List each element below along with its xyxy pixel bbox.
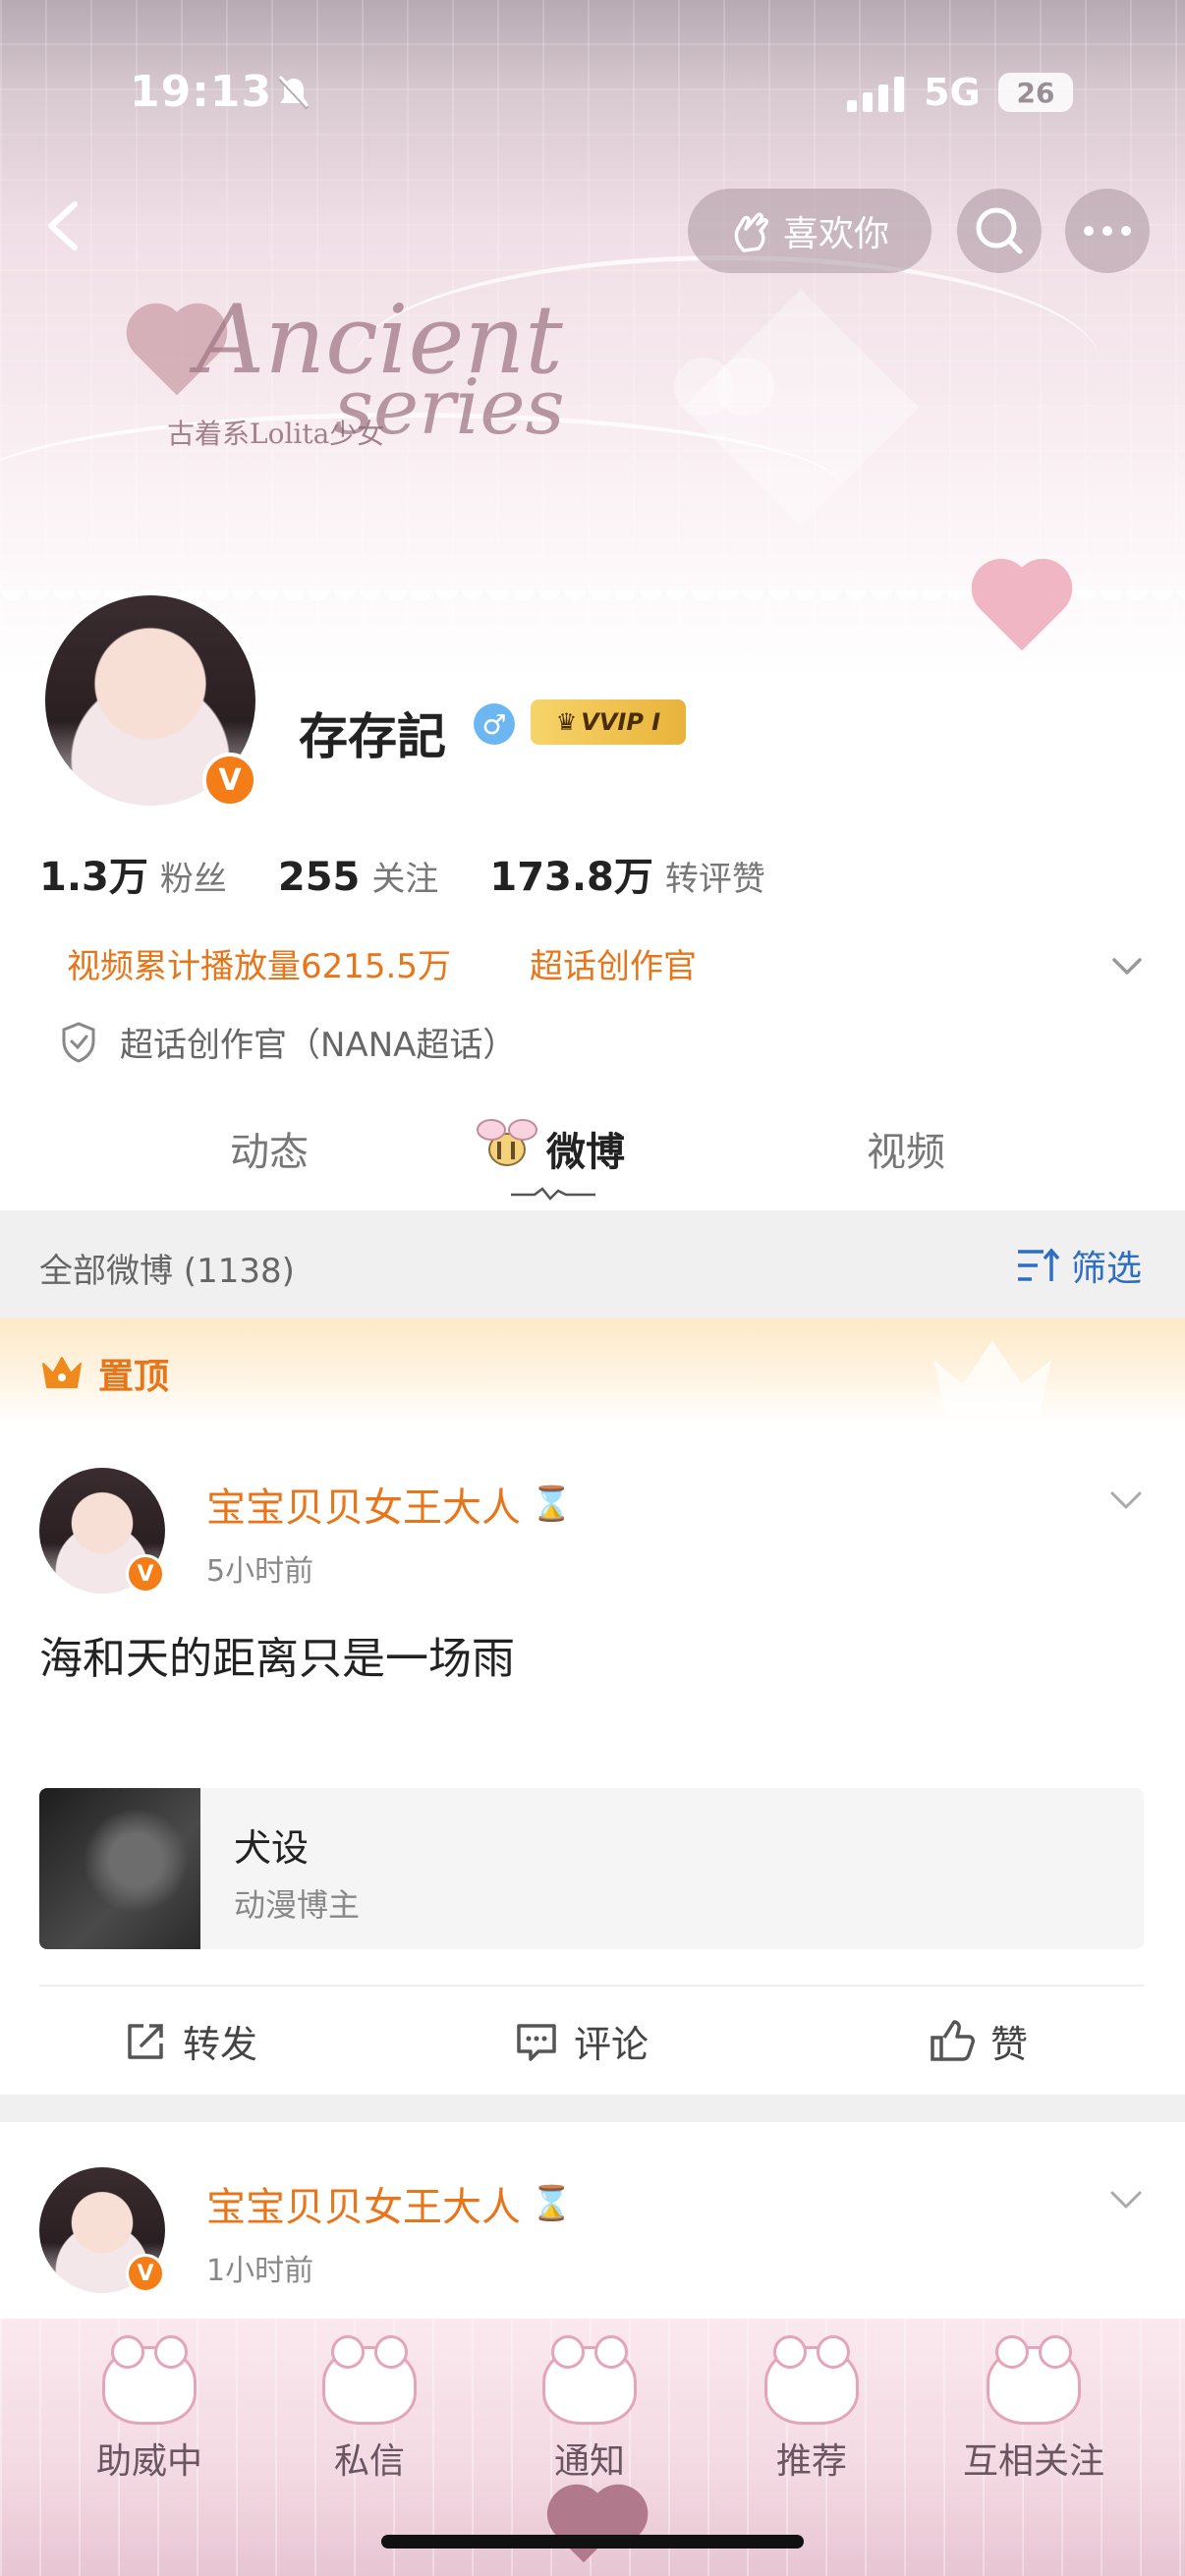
bear-pair-icon: [987, 2335, 1081, 2425]
profile-banner: Ancient series 古着系Lolita少女 19:13 5G 26 喜…: [0, 0, 1185, 678]
pinned-label: 置顶: [98, 1357, 170, 1397]
post-author[interactable]: 宝宝贝贝女王大人 ⌛: [206, 1476, 572, 1533]
tab-video[interactable]: 视频: [867, 1120, 945, 1177]
bear-icon: [102, 2335, 197, 2425]
engagement-count: 173.8万: [489, 855, 653, 900]
all-weibo-label: 全部微博 (1138): [39, 1252, 295, 1291]
verified-badge-icon: V: [126, 1554, 165, 1594]
filter-label: 筛选: [1071, 1249, 1143, 1289]
repost-label: 转发: [183, 2023, 258, 2066]
filter-button[interactable]: 筛选: [1016, 1240, 1142, 1291]
crown-mini-icon: ♛: [555, 708, 578, 736]
like-button[interactable]: 赞: [930, 2014, 1028, 2068]
linked-user-card[interactable]: 犬设 动漫博主: [39, 1788, 1144, 1949]
hourglass-icon: ⌛: [531, 2184, 573, 2223]
post-time: 5小时前: [206, 1554, 314, 1589]
post-menu-chevron-down-icon[interactable]: [1106, 2179, 1146, 2218]
comment-label: 评论: [574, 2023, 649, 2066]
bear-nurse-icon: [322, 2335, 417, 2425]
hourglass-icon: ⌛: [531, 1484, 573, 1524]
back-button[interactable]: [35, 196, 94, 255]
following-count: 255: [277, 855, 361, 900]
post-author-name: 宝宝贝贝女王大人: [206, 2185, 521, 2230]
following-stat[interactable]: 255 关注: [278, 852, 439, 900]
battery-indicator: 26: [998, 73, 1073, 112]
banner-caption: 古着系Lolita少女: [167, 418, 385, 450]
search-button[interactable]: [957, 189, 1042, 273]
nav-mutual-follow-label: 互相关注: [962, 2441, 1104, 2482]
comment-button[interactable]: 评论: [515, 2014, 649, 2068]
post-menu-chevron-down-icon[interactable]: [1106, 1480, 1146, 1519]
certification-line: 超话创作官（NANA超话）: [59, 1018, 516, 1066]
crown-watermark-icon: [933, 1340, 1051, 1414]
vip-badge[interactable]: ♛ VVIP I: [531, 700, 686, 745]
post-author-name: 宝宝贝贝女王大人: [206, 1485, 521, 1531]
nav-cheer[interactable]: 助威中: [51, 2335, 248, 2484]
home-indicator[interactable]: [381, 2535, 804, 2548]
shield-check-icon: [62, 1021, 95, 1063]
heart-decoration: [980, 567, 1064, 651]
network-label: 5G: [924, 71, 981, 114]
post-actions: 转发 评论 赞: [39, 1985, 1144, 2093]
post-divider: [0, 2095, 1185, 2122]
followers-count: 1.3万: [39, 855, 148, 900]
verified-badge-icon: V: [202, 753, 257, 808]
card-thumbnail: [39, 1788, 200, 1949]
card-subtitle: 动漫博主: [234, 1886, 361, 1924]
certification-text: 超话创作官（NANA超话）: [120, 1026, 517, 1065]
comment-icon: [517, 2023, 556, 2061]
following-label: 关注: [371, 860, 439, 899]
bear-bandage-icon: [542, 2335, 637, 2425]
nav-recommend[interactable]: 推荐: [713, 2335, 910, 2484]
nav-notifications-label: 通知: [553, 2441, 625, 2482]
more-button[interactable]: [1065, 189, 1150, 273]
like-you-label: 喜欢你: [782, 214, 889, 254]
signal-icon: [847, 77, 904, 112]
engagement-label: 转评赞: [664, 860, 765, 899]
like-you-button[interactable]: 喜欢你: [688, 189, 931, 273]
filter-sort-icon: [1018, 1248, 1060, 1281]
mute-bell-icon: [278, 75, 310, 110]
search-icon: [976, 207, 1023, 254]
card-title: 犬设: [234, 1826, 310, 1870]
like-label: 赞: [990, 2023, 1029, 2066]
profile-stats: 1.3万 粉丝 255 关注 173.8万 转评赞: [39, 845, 817, 902]
chevron-down-icon[interactable]: [1108, 947, 1146, 984]
followers-stat[interactable]: 1.3万 粉丝: [39, 845, 227, 902]
post-text: 海和天的距离只是一场雨: [39, 1634, 515, 1684]
hand-heart-icon: [734, 212, 768, 252]
engagement-stat[interactable]: 173.8万 转评赞: [489, 845, 765, 902]
verified-badge-icon: V: [126, 2254, 165, 2293]
nav-messages-label: 私信: [333, 2441, 405, 2482]
crown-icon: [42, 1357, 82, 1388]
profile-tags: 视频累计播放量6215.5万 超话创作官: [67, 939, 697, 987]
vip-label: VVIP I: [581, 708, 661, 736]
nav-messages[interactable]: 私信: [271, 2335, 468, 2484]
share-square-icon: [128, 2023, 163, 2059]
nav-recommend-label: 推荐: [775, 2441, 847, 2482]
nav-mutual-follow[interactable]: 互相关注: [935, 2335, 1132, 2484]
active-tab-indicator: [511, 1187, 595, 1201]
tab-weibo[interactable]: 微博: [546, 1120, 625, 1177]
more-dots-icon: [1084, 226, 1131, 236]
profile-username: 存存記: [299, 708, 446, 765]
views-tag[interactable]: 视频累计播放量6215.5万: [67, 939, 451, 987]
post-time: 1小时前: [206, 2254, 314, 2288]
post-author[interactable]: 宝宝贝贝女王大人 ⌛: [206, 2175, 572, 2232]
repost-button[interactable]: 转发: [124, 2014, 257, 2068]
followers-label: 粉丝: [159, 860, 227, 899]
male-icon: ♂: [474, 703, 515, 745]
thumbs-up-icon: [931, 2019, 975, 2061]
feed-header: 全部微博 (1138) 筛选: [0, 1210, 1185, 1318]
pinned-section: 置顶: [0, 1318, 1185, 1425]
tab-dynamic[interactable]: 动态: [230, 1120, 309, 1177]
nav-notifications[interactable]: 通知: [491, 2335, 688, 2484]
bear-heart-icon: [764, 2335, 859, 2425]
nav-cheer-label: 助威中: [95, 2441, 202, 2482]
creator-tag[interactable]: 超话创作官: [530, 939, 697, 987]
profile-tabs: 动态 微博 视频: [0, 1092, 1185, 1210]
status-time: 19:13: [130, 67, 273, 117]
bee-icon: [477, 1119, 537, 1166]
